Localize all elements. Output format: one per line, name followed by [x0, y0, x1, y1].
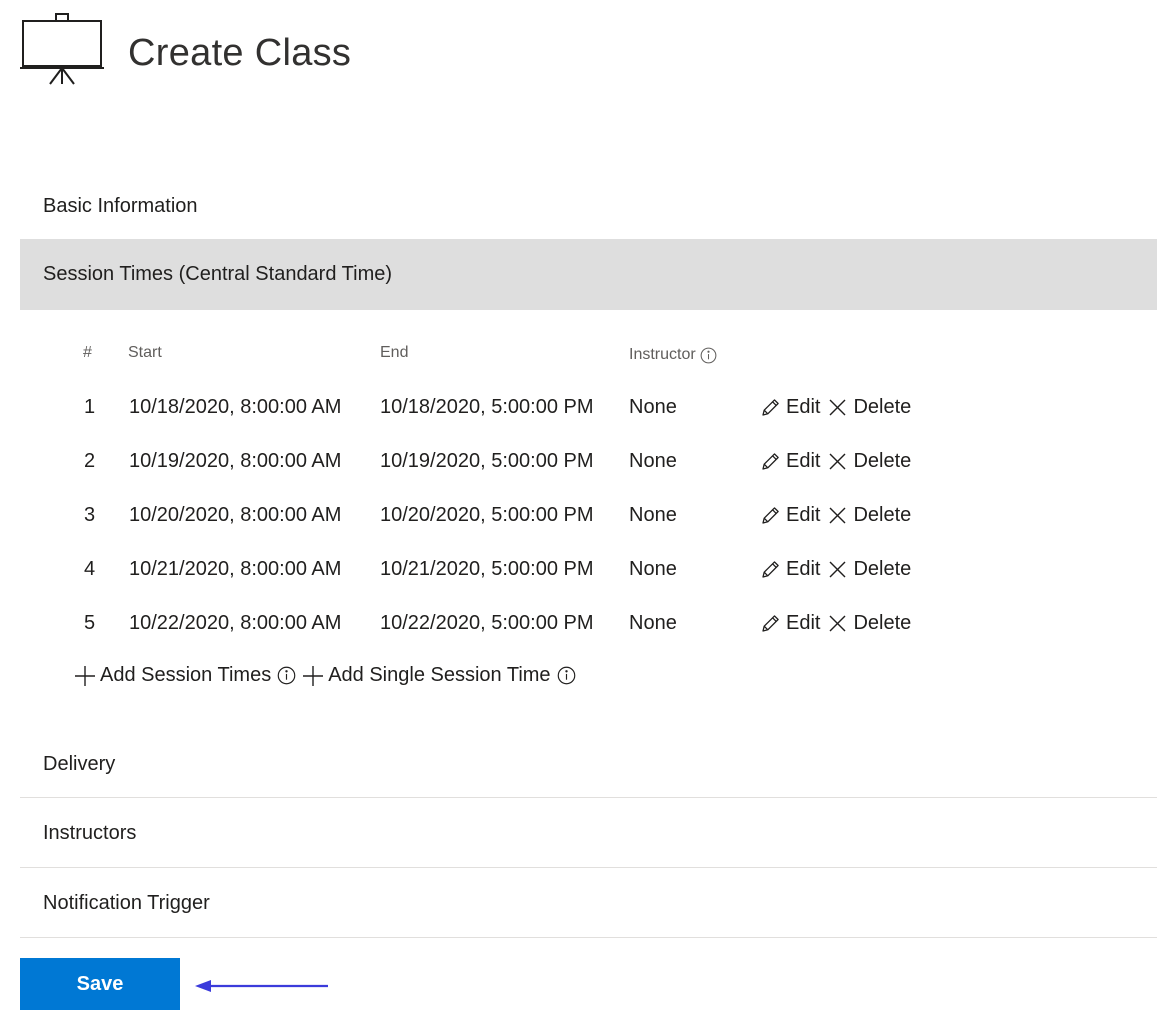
plus-icon — [303, 665, 324, 686]
pencil-icon — [762, 615, 779, 632]
edit-label: Edit — [786, 558, 821, 580]
row-number: 5 — [84, 612, 96, 634]
table-row: 3 10/20/2020, 8:00:00 AM 10/20/2020, 5:00:… — [0, 504, 1157, 558]
column-header-instructor-label: Instructor — [629, 346, 696, 363]
edit-button[interactable]: Edit — [760, 612, 820, 635]
delete-label: Delete — [853, 558, 912, 580]
table-row: 2 10/19/2020, 8:00:00 AM 10/19/2020, 5:00:… — [0, 450, 1157, 504]
row-start: 10/21/2020, 8:00:00 AM — [129, 558, 342, 580]
info-icon[interactable] — [557, 666, 576, 685]
delete-label: Delete — [853, 396, 912, 418]
column-header-instructor: Instructor — [629, 346, 717, 364]
row-start: 10/22/2020, 8:00:00 AM — [129, 612, 342, 634]
row-instructor: None — [629, 396, 677, 418]
row-end: 10/21/2020, 5:00:00 PM — [380, 558, 594, 580]
edit-button[interactable]: Edit — [760, 450, 820, 473]
delete-button[interactable]: Delete — [827, 558, 911, 581]
row-number: 2 — [84, 450, 96, 472]
edit-button[interactable]: Edit — [760, 504, 820, 527]
section-instructors[interactable]: Instructors — [20, 798, 1157, 868]
delete-label: Delete — [853, 504, 912, 526]
section-delivery[interactable]: Delivery — [20, 730, 1157, 798]
table-row: 4 10/21/2020, 8:00:00 AM 10/21/2020, 5:00:… — [0, 558, 1157, 612]
pencil-icon — [762, 453, 779, 470]
row-actions: Edit Delete — [760, 504, 918, 527]
row-start: 10/20/2020, 8:00:00 AM — [129, 504, 342, 526]
column-header-number: # — [83, 344, 92, 361]
edit-label: Edit — [786, 504, 821, 526]
row-end: 10/20/2020, 5:00:00 PM — [380, 504, 594, 526]
row-end: 10/19/2020, 5:00:00 PM — [380, 450, 594, 472]
table-row: 1 10/18/2020, 8:00:00 AM 10/18/2020, 5:00:… — [0, 396, 1157, 450]
row-instructor: None — [629, 612, 677, 634]
edit-label: Edit — [786, 450, 821, 472]
section-notification-trigger[interactable]: Notification Trigger — [20, 868, 1157, 938]
row-actions: Edit Delete — [760, 558, 918, 581]
add-session-times-button[interactable]: Add Session Times — [74, 664, 271, 687]
row-number: 1 — [84, 396, 96, 418]
info-icon[interactable] — [277, 666, 296, 685]
save-button[interactable]: Save — [20, 958, 180, 1010]
row-end: 10/22/2020, 5:00:00 PM — [380, 612, 594, 634]
delete-button[interactable]: Delete — [827, 504, 911, 527]
page-header — [19, 10, 105, 90]
row-number: 3 — [84, 504, 96, 526]
close-icon — [829, 399, 846, 416]
close-icon — [829, 453, 846, 470]
add-actions: Add Session Times Add Single Session Tim… — [74, 664, 582, 687]
row-actions: Edit Delete — [760, 612, 918, 635]
row-instructor: None — [629, 450, 677, 472]
edit-label: Edit — [786, 612, 821, 634]
info-icon[interactable] — [700, 347, 717, 364]
row-instructor: None — [629, 504, 677, 526]
add-session-times-label: Add Session Times — [100, 664, 272, 686]
add-single-session-time-label: Add Single Session Time — [328, 664, 551, 686]
delete-label: Delete — [853, 612, 912, 634]
row-actions: Edit Delete — [760, 450, 918, 473]
plus-icon — [75, 665, 95, 686]
close-icon — [829, 561, 846, 578]
row-start: 10/19/2020, 8:00:00 AM — [129, 450, 342, 472]
table-row: 5 10/22/2020, 8:00:00 AM 10/22/2020, 5:00:… — [0, 612, 1157, 666]
edit-button[interactable]: Edit — [760, 558, 820, 581]
pencil-icon — [762, 399, 779, 416]
presentation-board-icon — [20, 13, 104, 85]
edit-label: Edit — [786, 396, 821, 418]
delete-button[interactable]: Delete — [827, 450, 911, 473]
delete-button[interactable]: Delete — [827, 396, 911, 419]
pencil-icon — [762, 507, 779, 524]
row-end: 10/18/2020, 5:00:00 PM — [380, 396, 594, 418]
section-basic-information[interactable]: Basic Information — [20, 172, 1157, 240]
row-instructor: None — [629, 558, 677, 580]
page-title: Create Class — [128, 32, 352, 74]
close-icon — [829, 615, 846, 632]
delete-button[interactable]: Delete — [827, 612, 911, 635]
column-header-start: Start — [128, 344, 162, 361]
row-actions: Edit Delete — [760, 396, 918, 419]
pencil-icon — [762, 561, 779, 578]
close-icon — [829, 507, 846, 524]
row-number: 4 — [84, 558, 96, 580]
arrow-left-icon — [195, 980, 328, 992]
add-single-session-time-button[interactable]: Add Single Session Time — [302, 664, 551, 687]
delete-label: Delete — [853, 450, 912, 472]
edit-button[interactable]: Edit — [760, 396, 820, 419]
row-start: 10/18/2020, 8:00:00 AM — [129, 396, 342, 418]
column-header-end: End — [380, 344, 409, 361]
section-session-times[interactable]: Session Times (Central Standard Time) — [20, 239, 1157, 310]
